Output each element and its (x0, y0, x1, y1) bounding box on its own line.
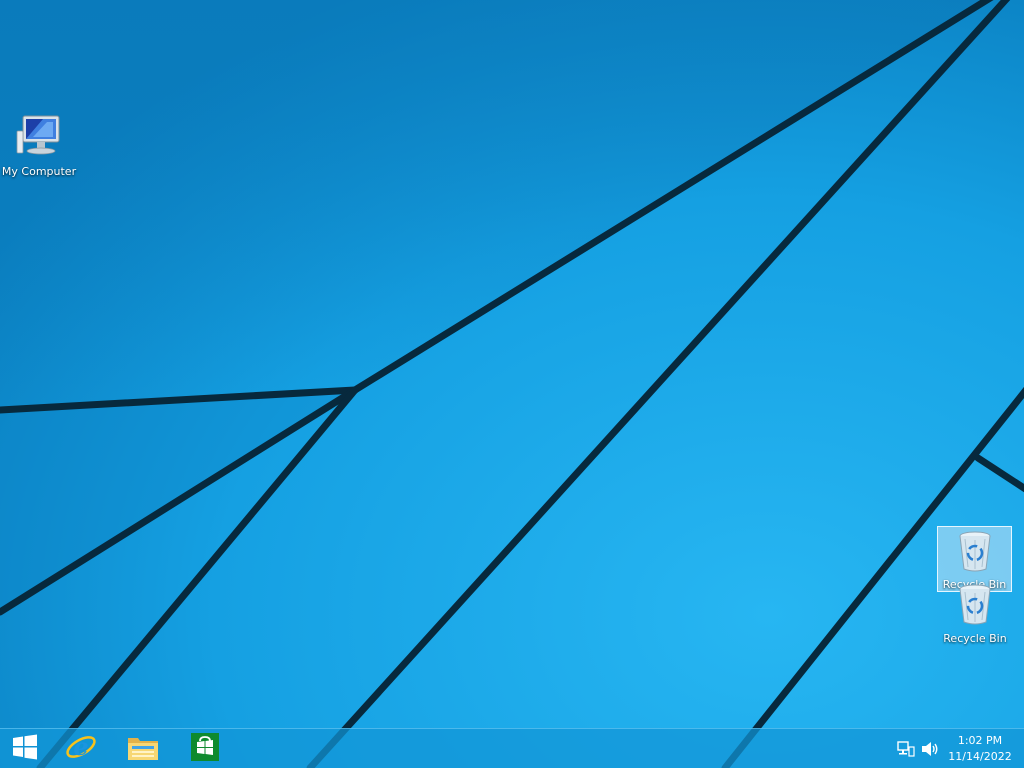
clock-date: 11/14/2022 (948, 750, 1012, 763)
start-button[interactable] (0, 729, 50, 768)
my-computer-desktop-icon[interactable]: My Computer (0, 113, 78, 179)
file-explorer-taskbar-button[interactable] (118, 729, 168, 768)
file-explorer-icon (126, 732, 160, 766)
volume-icon[interactable] (921, 741, 939, 757)
internet-explorer-icon: e (65, 731, 97, 767)
taskbar: e 1:02 PM 11/14/2022 (0, 728, 1024, 768)
computer-icon (0, 113, 78, 161)
svg-text:e: e (73, 732, 88, 761)
network-icon[interactable] (897, 741, 915, 757)
wallpaper (0, 0, 1024, 768)
desktop-icon-label: My Computer (1, 165, 77, 178)
recycle-bin-desktop-icon[interactable]: Recycle Bin (936, 582, 1014, 646)
desktop-icon-label: Recycle Bin (943, 632, 1007, 645)
recycle-bin-icon (938, 529, 1011, 577)
store-taskbar-button[interactable] (180, 729, 230, 768)
recycle-bin-icon (936, 582, 1014, 630)
windows-logo-icon (12, 734, 38, 764)
store-icon (190, 732, 220, 766)
system-clock[interactable]: 1:02 PM 11/14/2022 (944, 733, 1016, 765)
internet-explorer-taskbar-button[interactable]: e (56, 729, 106, 768)
desktop[interactable]: My Computer Recycle Bin Recycle Bin e 1:… (0, 0, 1024, 768)
clock-time: 1:02 PM (957, 734, 1003, 747)
